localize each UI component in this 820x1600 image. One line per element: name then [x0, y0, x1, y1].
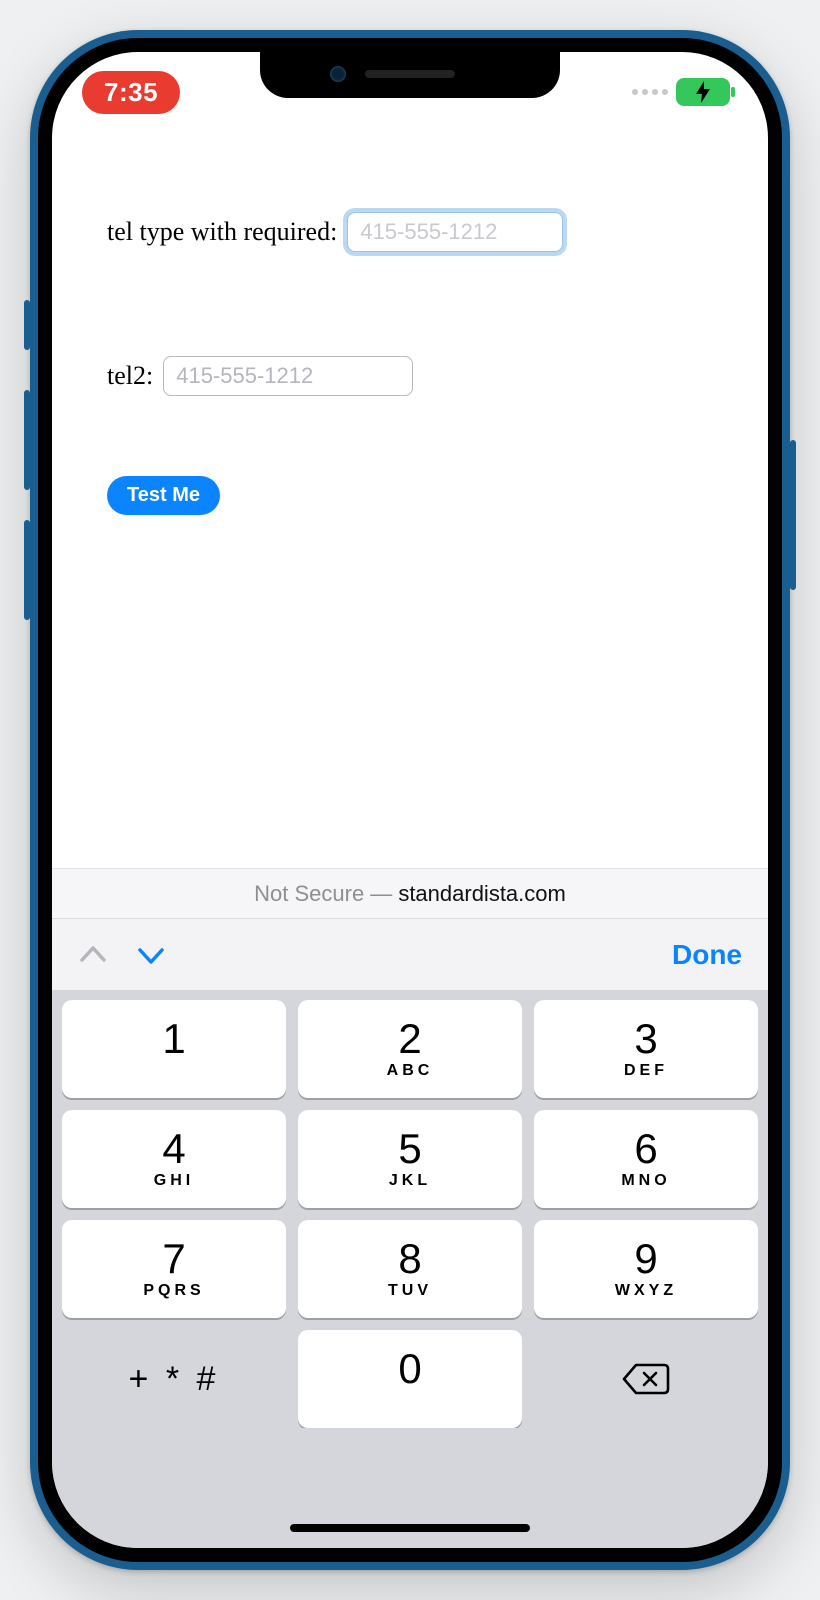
numeric-keypad: 1 2ABC 3DEF 4GHI 5JKL 6MNO 7PQRS 8TUV 9W… [52, 990, 768, 1428]
key-0[interactable]: 0 [298, 1330, 522, 1428]
home-indicator[interactable] [290, 1524, 530, 1532]
key-5[interactable]: 5JKL [298, 1110, 522, 1208]
keyboard-done-button[interactable]: Done [672, 939, 742, 971]
prev-field-button [78, 940, 108, 970]
key-backspace[interactable] [534, 1330, 758, 1428]
tel2-input[interactable] [163, 356, 413, 396]
key-6[interactable]: 6MNO [534, 1110, 758, 1208]
key-8[interactable]: 8TUV [298, 1220, 522, 1318]
key-1[interactable]: 1 [62, 1000, 286, 1098]
chevron-down-icon [136, 940, 166, 970]
key-7[interactable]: 7PQRS [62, 1220, 286, 1318]
tel1-input[interactable] [347, 212, 563, 252]
key-2[interactable]: 2ABC [298, 1000, 522, 1098]
next-field-button[interactable] [136, 940, 166, 970]
status-time-recording: 7:35 [82, 71, 180, 114]
tel2-label: tel2: [107, 361, 153, 391]
device-notch [260, 52, 560, 98]
key-3[interactable]: 3DEF [534, 1000, 758, 1098]
battery-charging-icon [676, 78, 730, 106]
test-me-button[interactable]: Test Me [107, 476, 220, 515]
tel1-label: tel type with required: [107, 217, 337, 247]
url-domain: standardista.com [398, 881, 566, 907]
browser-url-bar[interactable]: Not Secure — standardista.com [52, 868, 768, 918]
cellular-dots-icon [632, 89, 668, 95]
backspace-icon [622, 1361, 670, 1397]
chevron-up-icon [78, 940, 108, 970]
web-content: tel type with required: tel2: Test Me [52, 124, 768, 868]
keyboard-accessory-bar: Done [52, 918, 768, 990]
key-symbols[interactable]: + * # [62, 1330, 286, 1428]
key-9[interactable]: 9WXYZ [534, 1220, 758, 1318]
key-4[interactable]: 4GHI [62, 1110, 286, 1208]
not-secure-label: Not Secure — [254, 881, 392, 907]
